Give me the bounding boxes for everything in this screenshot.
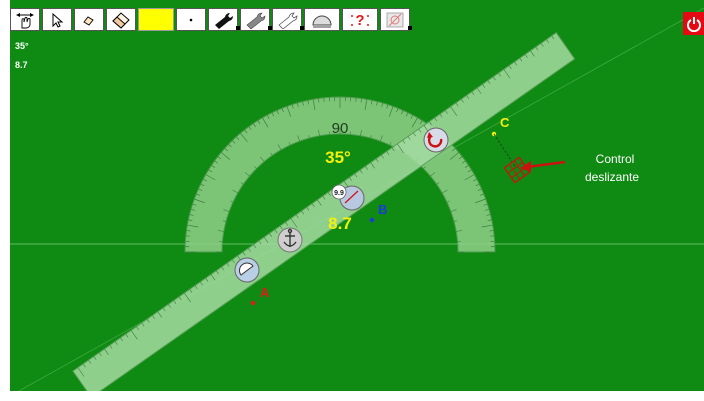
measure-knob-value: 9.9 bbox=[334, 190, 344, 197]
protractor-icon bbox=[312, 15, 332, 27]
pointer-arrow-icon bbox=[52, 12, 64, 28]
annotation-line-1: Control bbox=[596, 152, 635, 166]
readouts-panel: 35° 8.7 bbox=[15, 37, 29, 75]
geometry-app: 90 35° 8.7 9.9 A B C Control deslizante … bbox=[0, 0, 704, 401]
length-readout: 8.7 bbox=[15, 60, 28, 70]
ruler[interactable] bbox=[72, 31, 576, 398]
wrench-gray-button[interactable] bbox=[240, 8, 272, 31]
rotate-knob[interactable] bbox=[423, 127, 449, 153]
wrench-icon bbox=[278, 12, 298, 29]
bottom-margin bbox=[0, 391, 704, 401]
select-tool-button[interactable] bbox=[42, 8, 72, 31]
point-a-label: A bbox=[260, 285, 270, 300]
hand-move-icon bbox=[16, 12, 34, 28]
protractor-center-label: 90 bbox=[332, 120, 349, 137]
angle-readout: 35° bbox=[15, 41, 29, 51]
slider-guide-line bbox=[493, 133, 517, 169]
point-tool-button[interactable] bbox=[176, 8, 206, 31]
geometry-scene: 90 35° 8.7 9.9 A B C Control deslizante bbox=[10, 7, 704, 398]
dropdown-marker bbox=[408, 26, 412, 30]
length-display: 8.7 bbox=[328, 214, 352, 233]
anchor-knob[interactable] bbox=[277, 227, 303, 253]
angle-display: 35° bbox=[325, 148, 351, 167]
hide-icon bbox=[386, 12, 404, 27]
dot-icon bbox=[189, 18, 193, 21]
power-button[interactable] bbox=[683, 12, 704, 35]
point-b[interactable]: B bbox=[369, 202, 388, 223]
hide-tool-button[interactable] bbox=[380, 8, 412, 31]
point-c-label: C bbox=[500, 115, 510, 130]
protractor-tool-button[interactable] bbox=[304, 8, 340, 31]
point-b-label: B bbox=[378, 202, 387, 217]
wrench-icon bbox=[215, 12, 233, 29]
wrench-icon bbox=[246, 12, 266, 29]
toolbar: ? bbox=[10, 8, 412, 33]
help-tool-button[interactable]: ? bbox=[342, 8, 378, 31]
svg-text:?: ? bbox=[355, 12, 364, 29]
point-a[interactable]: A bbox=[250, 285, 270, 306]
small-eraser-button[interactable] bbox=[74, 8, 104, 31]
annotation-arrow bbox=[520, 160, 566, 172]
protractor-toggle-knob[interactable] bbox=[234, 257, 260, 283]
ruler-body[interactable] bbox=[72, 31, 576, 398]
eraser-icon bbox=[112, 11, 130, 29]
eraser-button[interactable] bbox=[106, 8, 136, 31]
color-swatch-button[interactable] bbox=[138, 8, 174, 31]
move-tool-button[interactable] bbox=[10, 8, 40, 31]
question-icon: ? bbox=[351, 12, 369, 29]
point-c[interactable]: C bbox=[491, 115, 510, 137]
small-eraser-icon bbox=[83, 15, 94, 26]
wrench-light-button[interactable] bbox=[272, 8, 304, 31]
annotation-line-2: deslizante bbox=[585, 170, 639, 184]
power-icon bbox=[686, 16, 701, 32]
wrench-dark-button[interactable] bbox=[208, 8, 240, 31]
